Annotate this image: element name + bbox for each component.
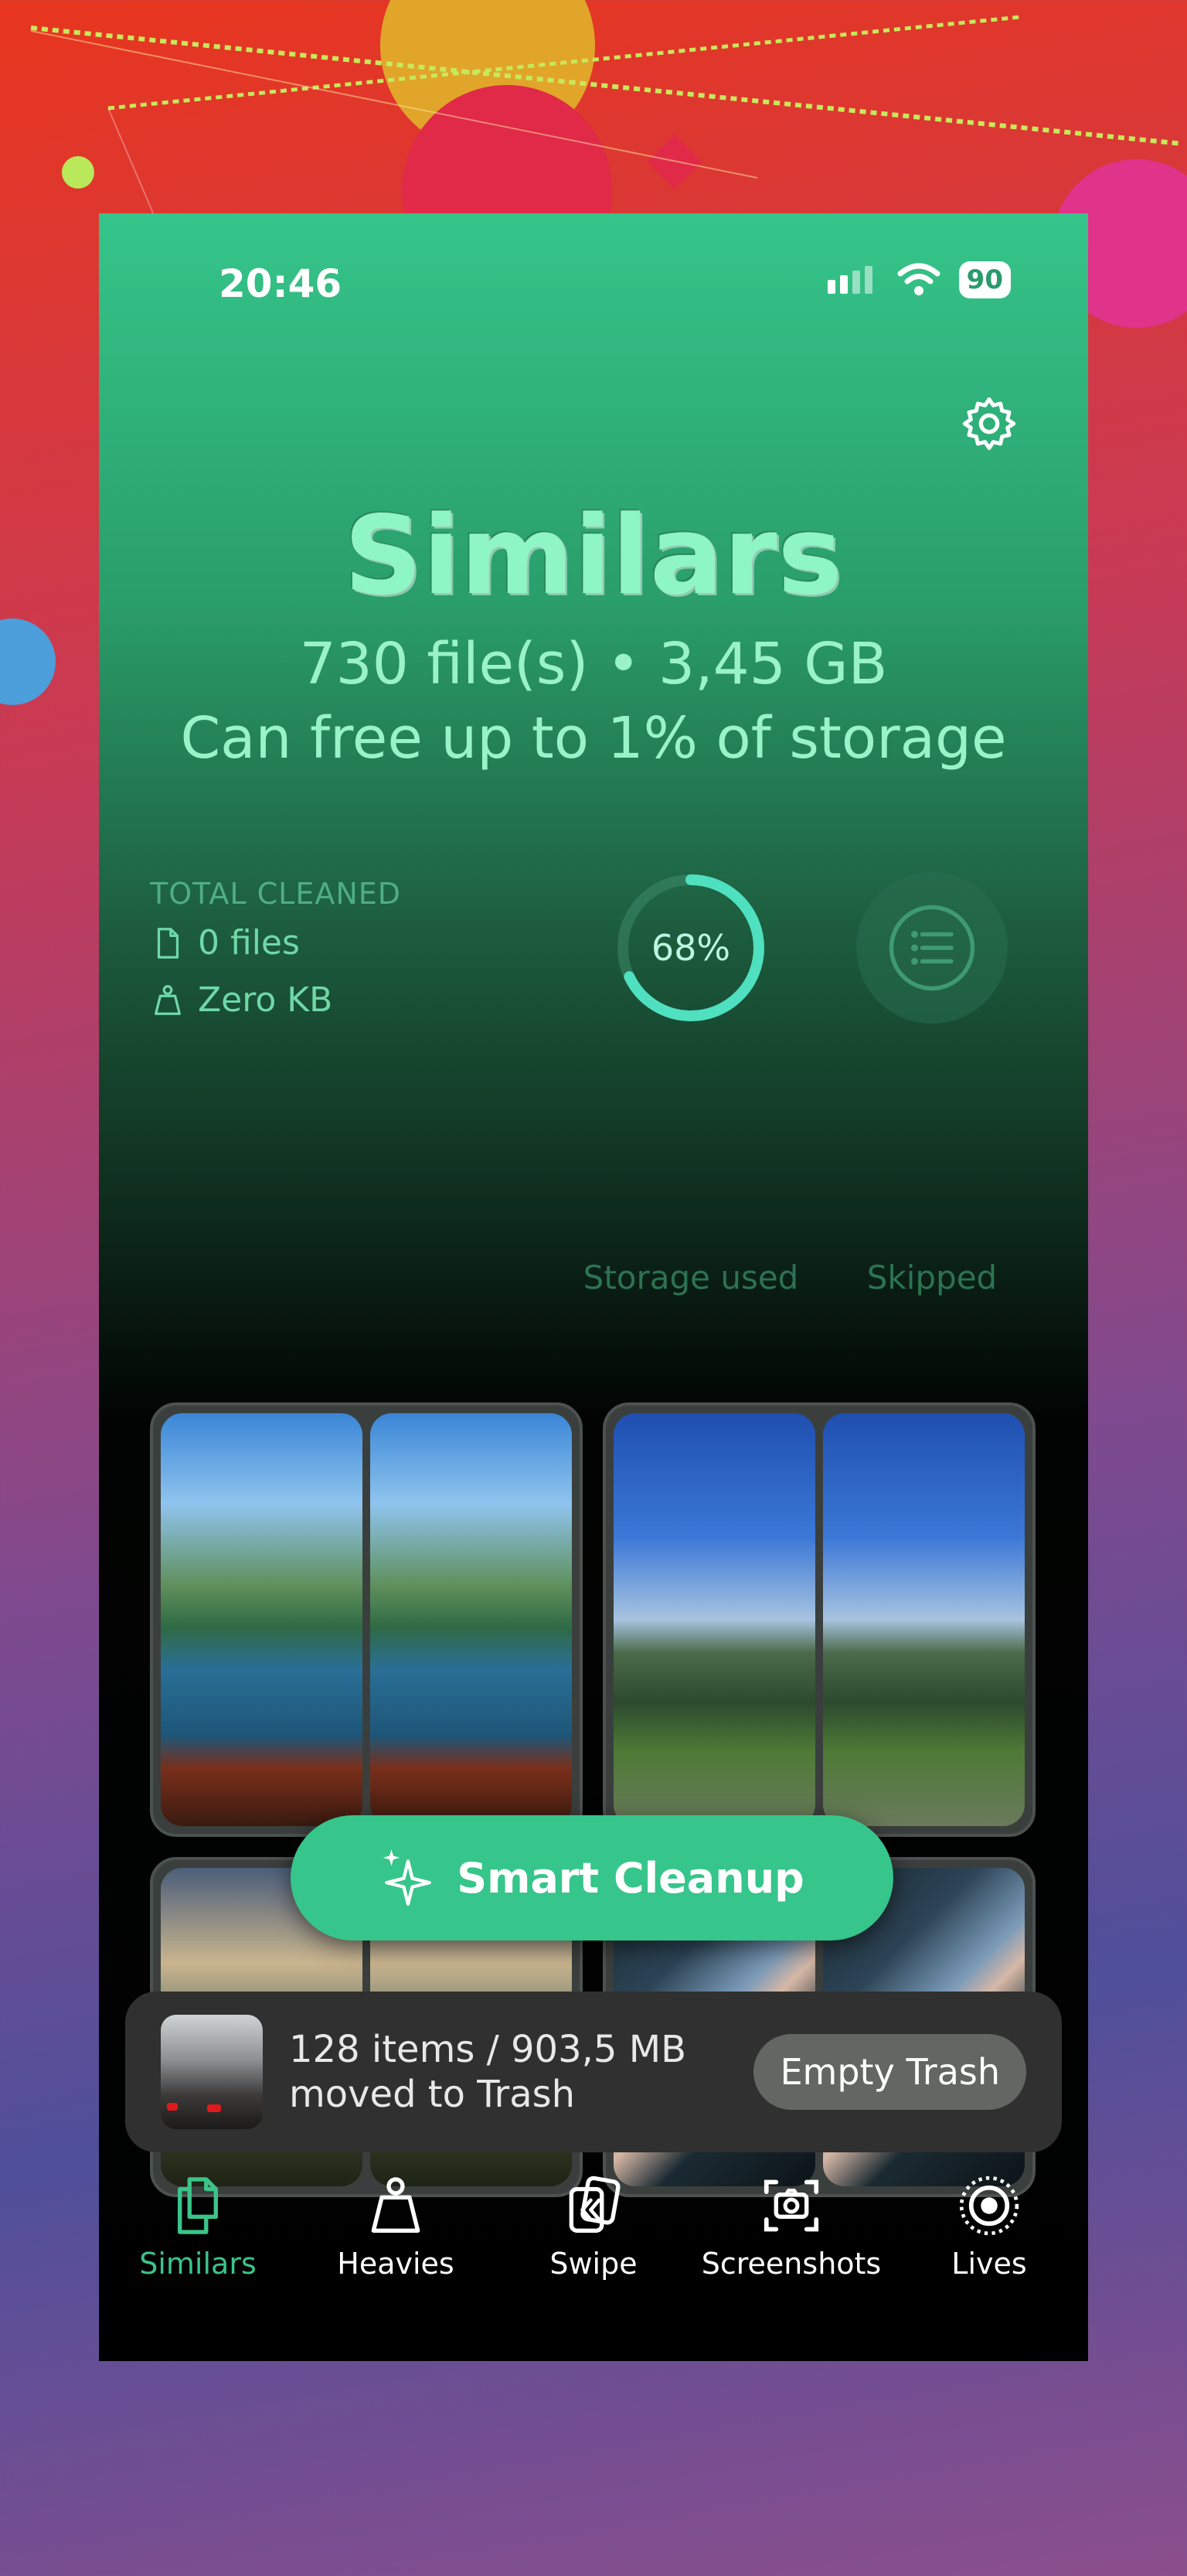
tab-label: Similars <box>139 2247 257 2281</box>
smart-cleanup-label: Smart Cleanup <box>457 1853 804 1903</box>
storage-caption: Storage used <box>583 1259 799 1297</box>
tab-label: Lives <box>951 2247 1027 2281</box>
bg-circle-blue <box>0 618 56 705</box>
page-title: Similars <box>344 493 843 619</box>
tab-similars[interactable]: Similars <box>99 2152 297 2307</box>
settings-gear-icon[interactable] <box>958 393 1020 455</box>
storage-percent: 68% <box>651 927 731 969</box>
bg-lines <box>30 15 1183 217</box>
cellular-icon <box>827 266 872 294</box>
phone-screen: 20:46 90 Similars 730 file(s) • 3,45 GB … <box>99 213 1088 2361</box>
trash-message-line2: moved to Trash <box>289 2073 576 2116</box>
trash-preview-thumbnail <box>161 2015 263 2129</box>
photo-thumbnail[interactable] <box>823 1413 1025 1826</box>
list-icon <box>889 905 975 991</box>
similars-icon <box>178 2177 218 2234</box>
tab-heavies[interactable]: Heavies <box>297 2152 495 2307</box>
photo-thumbnail[interactable] <box>161 1413 362 1826</box>
trash-toast: 128 items / 903,5 MB moved to Trash Empt… <box>125 1992 1062 2152</box>
cleaned-size: Zero KB <box>198 980 333 1020</box>
tab-screenshots[interactable]: Screenshots <box>692 2152 890 2307</box>
files-summary: 730 file(s) • 3,45 GB <box>299 631 888 697</box>
tab-lives[interactable]: Lives <box>890 2152 1088 2307</box>
trash-message: 128 items / 903,5 MB moved to Trash <box>289 2027 753 2117</box>
similar-group-card[interactable] <box>150 1402 583 1837</box>
tab-label: Swipe <box>549 2247 638 2281</box>
weight-icon <box>155 984 181 1015</box>
free-up-hint: Can free up to 1% of storage <box>180 705 1007 772</box>
sparkles-icon <box>383 1849 432 1906</box>
tab-swipe[interactable]: Swipe <box>495 2152 692 2307</box>
tab-label: Screenshots <box>701 2247 882 2281</box>
similar-group-card[interactable] <box>603 1402 1036 1837</box>
battery-indicator: 90 <box>958 261 1011 298</box>
trash-message-line1: 128 items / 903,5 MB <box>289 2028 687 2071</box>
status-time: 20:46 <box>219 261 342 306</box>
swipe-icon <box>569 2176 621 2233</box>
wifi-icon <box>897 263 940 295</box>
weight-icon <box>371 2177 420 2233</box>
skipped-caption: Skipped <box>866 1259 998 1297</box>
cleaned-files-row: 0 files <box>150 923 300 963</box>
cleaned-size-row: Zero KB <box>150 980 332 1020</box>
status-icons: 90 <box>826 261 1011 298</box>
file-icon <box>157 927 179 959</box>
empty-trash-button[interactable]: Empty Trash <box>753 2034 1026 2110</box>
photo-thumbnail[interactable] <box>370 1413 572 1826</box>
tab-bar: Similars Heavies Swipe Screenshots Lives <box>99 2152 1088 2307</box>
smart-cleanup-button[interactable]: Smart Cleanup <box>291 1815 893 1941</box>
photo-thumbnail[interactable] <box>614 1413 815 1826</box>
live-photo-icon <box>959 2176 1019 2236</box>
cleaned-files-count: 0 files <box>198 923 300 963</box>
skipped-button[interactable] <box>856 872 1008 1024</box>
screenshot-icon <box>764 2179 819 2232</box>
tab-label: Heavies <box>337 2247 454 2281</box>
total-cleaned-label: TOTAL CLEANED <box>150 877 402 911</box>
